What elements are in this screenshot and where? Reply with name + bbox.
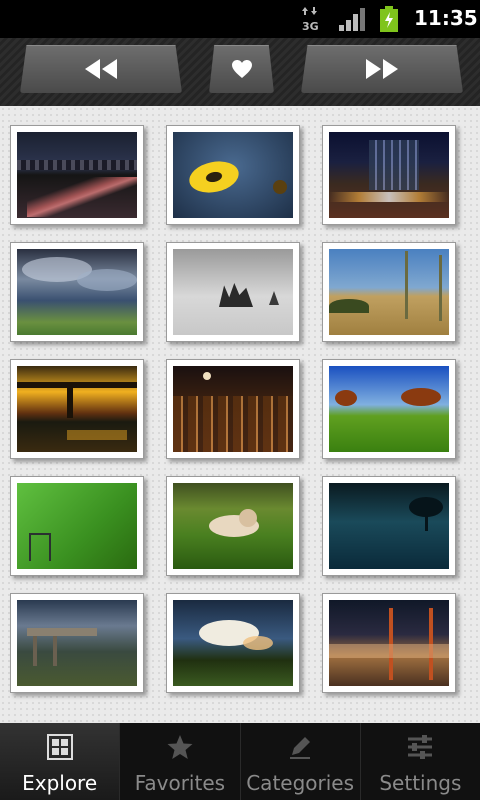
previous-button[interactable] bbox=[20, 45, 182, 93]
thumbnail-storm-cloud-field[interactable] bbox=[166, 593, 300, 693]
pencil-icon bbox=[290, 737, 311, 759]
thumbnail-rocks-in-fog[interactable] bbox=[166, 242, 300, 342]
data-network-icon: 3G bbox=[302, 7, 319, 32]
tab-favorites[interactable]: Favorites bbox=[119, 723, 239, 800]
thumbnail-city-street-night[interactable] bbox=[322, 125, 456, 225]
thumbnail-trees-green-field[interactable] bbox=[322, 359, 456, 459]
thumbnail-yellow-flower[interactable] bbox=[166, 125, 300, 225]
bottom-tab-bar: Explore Favorites Categories Settings bbox=[0, 723, 480, 800]
rewind-icon bbox=[85, 59, 117, 79]
tab-settings-label: Settings bbox=[379, 771, 462, 795]
tab-favorites-label: Favorites bbox=[134, 771, 226, 795]
thumbnail-desert-plants[interactable] bbox=[322, 242, 456, 342]
favorite-button[interactable] bbox=[209, 45, 274, 93]
thumbnail-coastal-bridge[interactable] bbox=[10, 593, 144, 693]
tab-settings[interactable]: Settings bbox=[359, 723, 480, 800]
network-type-label: 3G bbox=[302, 20, 319, 32]
wallpaper-grid bbox=[0, 106, 480, 723]
tab-explore[interactable]: Explore bbox=[0, 723, 120, 800]
battery-icon bbox=[380, 6, 398, 32]
thumbnail-kittens-in-grass[interactable] bbox=[166, 476, 300, 576]
tab-explore-label: Explore bbox=[22, 771, 98, 795]
next-button[interactable] bbox=[301, 45, 463, 93]
tab-categories-label: Categories bbox=[246, 771, 355, 795]
fast-forward-icon bbox=[366, 59, 398, 79]
heart-icon bbox=[231, 60, 252, 78]
thumbnail-sunset-bridge[interactable] bbox=[10, 359, 144, 459]
thumbnail-tree-in-water[interactable] bbox=[322, 476, 456, 576]
tab-categories[interactable]: Categories bbox=[239, 723, 360, 800]
sliders-icon bbox=[408, 735, 433, 759]
thumbnail-city-skyline-moon[interactable] bbox=[166, 359, 300, 459]
thumbnail-golden-gate-fog[interactable] bbox=[322, 593, 456, 693]
signal-strength-icon bbox=[339, 8, 365, 31]
top-nav-bar bbox=[0, 38, 480, 106]
thumbnail-stormy-clouds-coast[interactable] bbox=[10, 242, 144, 342]
star-icon bbox=[167, 735, 193, 759]
grid-icon bbox=[46, 734, 73, 760]
thumbnail-green-wall-chair[interactable] bbox=[10, 476, 144, 576]
status-bar: 3G 11:35 bbox=[0, 0, 480, 38]
thumbnail-city-highway-night[interactable] bbox=[10, 125, 144, 225]
clock: 11:35 bbox=[414, 6, 478, 30]
